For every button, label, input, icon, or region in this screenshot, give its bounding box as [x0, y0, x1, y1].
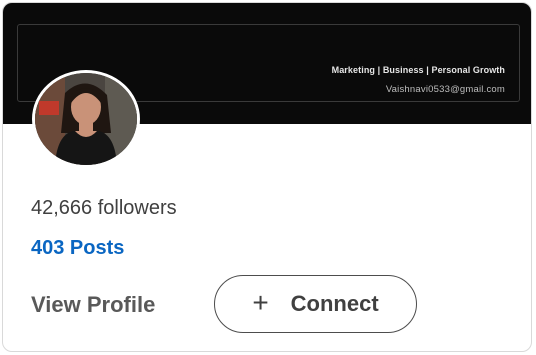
profile-card: Marketing | Business | Personal Growth V… — [2, 2, 532, 352]
connect-button[interactable]: + Connect — [214, 275, 417, 333]
connect-label: Connect — [290, 291, 379, 316]
plus-icon: + — [252, 286, 269, 318]
banner-tagline: Marketing | Business | Personal Growth — [331, 65, 505, 75]
view-profile-link[interactable]: View Profile — [31, 292, 155, 318]
avatar[interactable] — [32, 70, 140, 168]
posts-link[interactable]: 403 Posts — [31, 237, 124, 260]
avatar-photo — [35, 73, 137, 165]
followers-count: 42,666 followers — [31, 197, 177, 219]
banner-email: Vaishnavi0533@gmail.com — [385, 84, 505, 95]
